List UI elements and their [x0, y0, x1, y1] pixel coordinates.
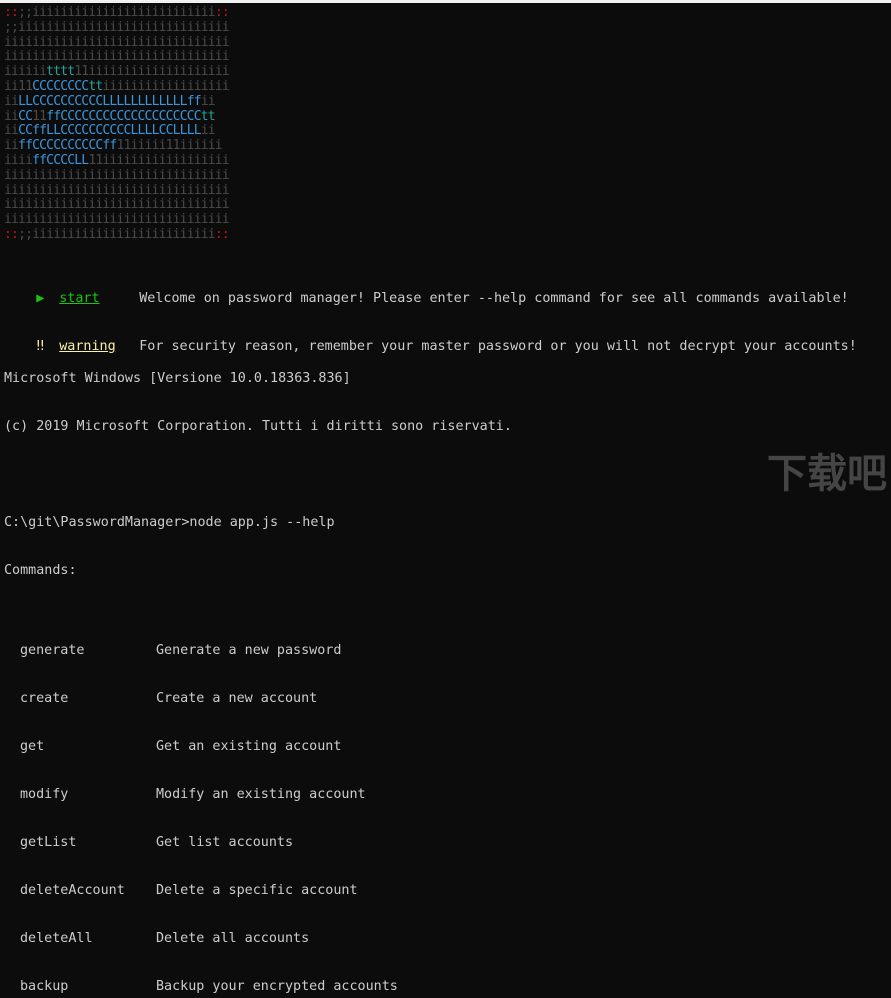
command-description: Get list accounts: [156, 835, 294, 850]
ascii-art-segment: 11iiiii11iiiiii: [116, 138, 222, 154]
ascii-art-segment: 11iiiiiiiiiiiiiiiiii: [88, 152, 229, 168]
ascii-art-row: ::;;iiiiiiiiiiiiiiiiiiiiiiiiii::: [4, 226, 230, 243]
ascii-art-row: iiiiffCCCCLL11iiiiiiiiiiiiiiiiii: [4, 152, 230, 169]
ascii-art-row: iiiiiiiiiiiiiiiiiiiiiiiiiiiiiiii: [4, 212, 230, 228]
ascii-art-segment: iiiiiiiiiiiiiiiiiiiiiiiiiiiiiiii: [4, 49, 230, 65]
ascii-art-row: iiiiiiiiiiiiiiiiiiiiiiiiiiiiiiii: [4, 167, 230, 184]
ascii-art-segment: iiii: [4, 152, 33, 168]
ascii-art-segment: ii11: [4, 78, 33, 94]
ascii-art-segment: ::: [4, 226, 19, 242]
ascii-art-row: ;;iiiiiiiiiiiiiiiiiiiiiiiiiiiiii: [4, 19, 230, 36]
ascii-art-row: iiiiiiiiiiiiiiiiiiiiiiiiiiiiiiii: [4, 49, 230, 65]
log-message: For security reason, remember your maste…: [139, 339, 857, 354]
ascii-art-row: iiCC11ffCCCCCCCCCCCCCCCCCCCCtt: [4, 108, 229, 125]
ascii-art-segment: tt: [200, 108, 216, 124]
command-row: create Create a new account: [4, 691, 857, 707]
ascii-art-segment: iiiiiiiiiiiiiiiiiiiiiiiiiiiiiiii: [4, 212, 230, 228]
command-name: getList: [20, 835, 77, 850]
command-row: get Get an existing account: [4, 739, 857, 755]
command-description: Backup your encrypted accounts: [156, 979, 398, 994]
log-line-start: ▶ start Welcome on password manager! Pleas…: [4, 275, 857, 306]
command-row: deleteAll Delete all accounts: [4, 931, 857, 947]
ascii-art-segment: iiiiiiiiiiiiiiiiiiiiiiiiiiiiiiii: [4, 197, 230, 213]
log-tag-start: start: [59, 291, 100, 306]
ascii-art-segment: ii: [4, 93, 19, 109]
ascii-art-segment: CCffLLCCCCCCCCCCLLLLCCLLLL: [18, 123, 202, 139]
ascii-art-segment: 11: [32, 108, 47, 124]
ascii-art-segment: tttt: [46, 64, 75, 80]
command-name: generate: [20, 643, 85, 658]
ascii-art-row: iiCCffLLCCCCCCCCCCLLLLCCLLLLii: [4, 123, 229, 139]
ascii-art-segment: 11iiiiiiiiiiiiiiiiiiii: [74, 64, 229, 80]
ascii-art-segment: tt: [88, 78, 103, 94]
ascii-art-row: iiiiiiiiiiiiiiiiiiiiiiiiiiiiiiii: [4, 34, 230, 51]
command-name: create: [20, 691, 69, 706]
command-description: Delete a specific account: [156, 883, 358, 898]
command-description: Delete all accounts: [156, 931, 310, 946]
ascii-art-segment: ;;iiiiiiiiiiiiiiiiiiiiiiiiii: [18, 5, 216, 20]
commands-heading: Commands:: [4, 563, 77, 578]
ascii-art-row: iiiiiitttt11iiiiiiiiiiiiiiiiiiii: [4, 64, 230, 80]
ascii-art-segment: ffCCCCCCCCCCCCCCCCCCCC: [46, 108, 201, 124]
copyright-line: (c) 2019 Microsoft Corporation. Tutti i …: [4, 419, 512, 434]
ascii-art-segment: ::: [214, 5, 230, 20]
ascii-art-segment: CCCCCCCC: [32, 78, 89, 94]
ascii-art-logo: ::;;iiiiiiiiiiiiiiiiiiiiiiiiii:: ;;iiiiii…: [4, 5, 230, 243]
log-tag-warning: warning: [59, 339, 116, 354]
warning-icon: ‼: [36, 339, 45, 354]
ascii-art-segment: iiiiiiiiiiiiiiiiiiiiiiiiiiiiiiii: [4, 34, 230, 50]
ascii-art-segment: ::: [4, 5, 19, 20]
ascii-art-row: iiiiiiiiiiiiiiiiiiiiiiiiiiiiiiii: [4, 182, 230, 199]
terminal-output: ▶ start Welcome on password manager! Pleas…: [4, 243, 857, 998]
ascii-art-segment: ii: [4, 138, 19, 154]
ascii-art-segment: ii: [200, 93, 216, 109]
ascii-art-segment: iiiiiiiiiiiiiiiiii: [102, 78, 229, 94]
ascii-art-row: ii11CCCCCCCCttiiiiiiiiiiiiiiiiii: [4, 78, 230, 95]
ascii-art-row: ::;;iiiiiiiiiiiiiiiiiiiiiiiiii::: [4, 5, 230, 21]
ascii-art-segment: iiiiiiiiiiiiiiiiiiiiiiiiiiiiiiii: [4, 167, 230, 183]
ascii-art-segment: ii: [4, 123, 19, 139]
ascii-art-segment: LLCCCCCCCCCCLLLLLLLLLLLLff: [18, 93, 202, 109]
ascii-art-row: iiiiiiiiiiiiiiiiiiiiiiiiiiiiiiii: [4, 197, 230, 213]
ascii-art-segment: iiiiiiiiiiiiiiiiiiiiiiiiiiiiiiii: [4, 182, 230, 198]
command-row: deleteAccount Delete a specific account: [4, 883, 857, 899]
commands-list: generate Generate a new password create Cr…: [4, 611, 857, 998]
log-line-warning: ‼ warning For security reason, remember yo…: [4, 323, 857, 354]
ascii-art-row: iiLLCCCCCCCCCCLLLLLLLLLLLLffii: [4, 93, 229, 110]
log-message: Welcome on password manager! Please ente…: [139, 291, 849, 306]
command-name: backup: [20, 979, 69, 994]
command-description: Get an existing account: [156, 739, 342, 754]
play-icon: ▶: [36, 291, 45, 306]
command-row: backup Backup your encrypted accounts: [4, 979, 857, 995]
command-name: deleteAll: [20, 931, 93, 946]
ascii-art-segment: iiiiii: [4, 64, 47, 80]
ascii-art-row: iiffCCCCCCCCCCff11iiiii11iiiiii: [4, 138, 229, 154]
window-top-edge: [0, 0, 891, 3]
ascii-art-segment: ffCCCCLL: [32, 152, 89, 168]
ascii-art-segment: ;;iiiiiiiiiiiiiiiiiiiiiiiiii: [18, 226, 216, 242]
ascii-art-segment: CC: [18, 108, 33, 124]
ascii-art-segment: ::: [214, 226, 230, 242]
command-description: Modify an existing account: [156, 787, 366, 802]
command-name: deleteAccount: [20, 883, 125, 898]
command-row: generate Generate a new password: [4, 643, 857, 659]
command-name: modify: [20, 787, 69, 802]
ascii-art-segment: ii: [4, 108, 19, 124]
ascii-art-segment: ii: [200, 123, 216, 139]
command-prompt[interactable]: C:\git\PasswordManager>node app.js --hel…: [4, 515, 857, 531]
ascii-art-segment: ;;iiiiiiiiiiiiiiiiiiiiiiiiiiiiii: [4, 19, 230, 35]
command-row: modify Modify an existing account: [4, 787, 857, 803]
command-name: get: [20, 739, 45, 754]
ascii-art-segment: ffCCCCCCCCCCff: [18, 138, 117, 154]
windows-version-line: Microsoft Windows [Versione 10.0.18363.8…: [4, 371, 351, 386]
watermark-logo: 下载吧: [767, 451, 887, 497]
command-row: getList Get list accounts: [4, 835, 857, 851]
command-description: Generate a new password: [156, 643, 342, 658]
command-description: Create a new account: [156, 691, 318, 706]
